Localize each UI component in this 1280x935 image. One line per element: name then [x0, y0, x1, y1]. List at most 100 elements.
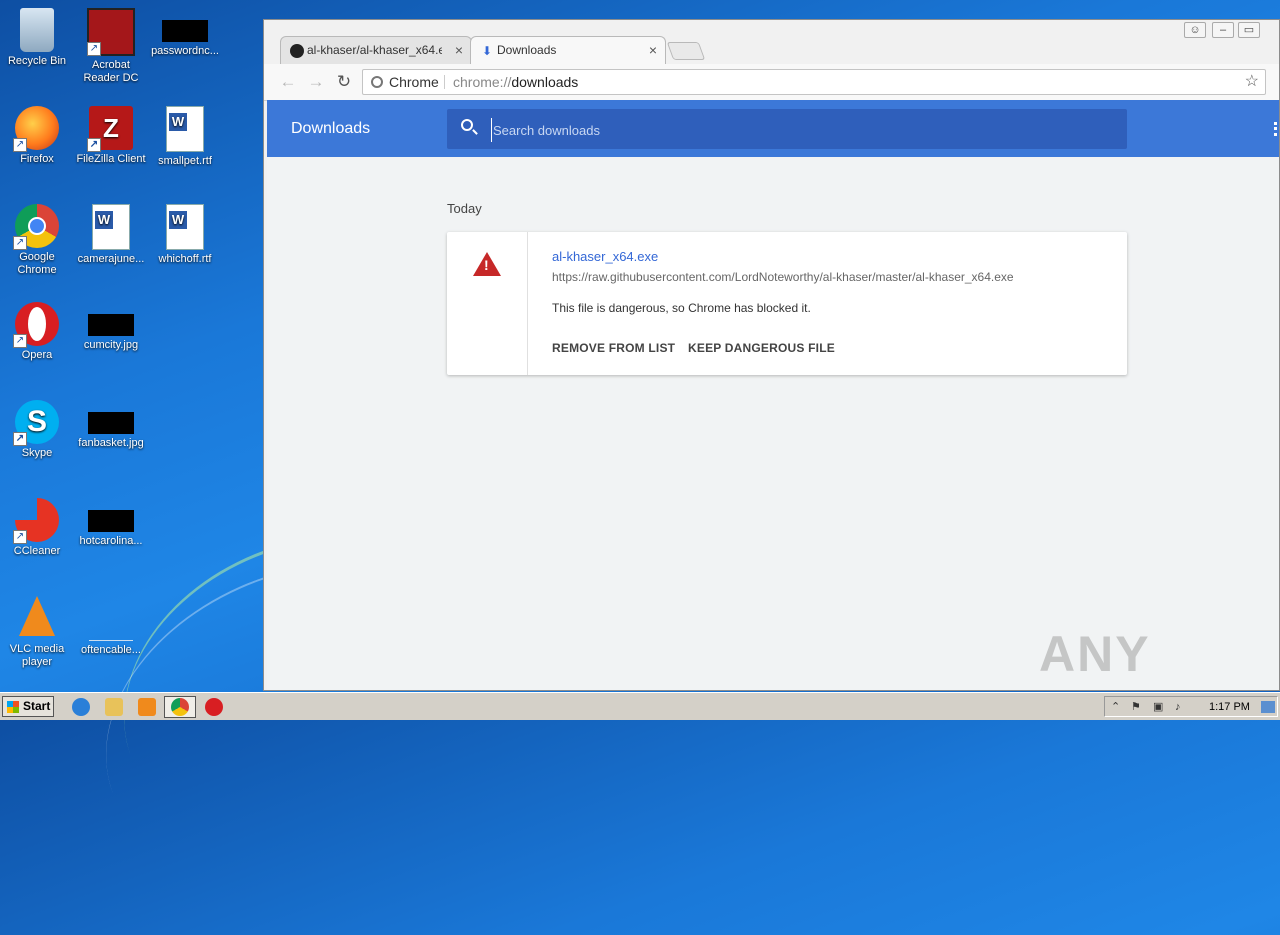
tab-strip: al-khaser/al-khaser_x64.exe × ⬇ Download… — [264, 20, 1279, 64]
desktop-icon-skype[interactable]: S ↗ Skype — [0, 400, 74, 460]
volume-icon[interactable]: ♪ — [1175, 701, 1187, 713]
download-item-icon-column: ! — [447, 232, 528, 375]
github-icon — [290, 44, 304, 58]
keep-dangerous-file-button[interactable]: KEEP DANGEROUS FILE — [688, 341, 835, 355]
desktop-icon-label: Recycle Bin — [7, 55, 67, 67]
skype-icon: S ↗ — [13, 400, 59, 446]
ccleaner-icon: ↗ — [13, 498, 59, 544]
taskbar-chrome-button[interactable] — [164, 696, 196, 718]
search-box[interactable] — [447, 109, 1127, 149]
desktop-icon-label: passwordnc... — [151, 45, 219, 57]
download-file-name[interactable]: al-khaser_x64.exe — [552, 249, 658, 264]
remove-from-list-button[interactable]: REMOVE FROM LIST — [552, 341, 675, 355]
network-icon[interactable]: ▣ — [1153, 701, 1165, 713]
shortcut-arrow-icon: ↗ — [13, 236, 27, 250]
desktop-icon-label: Firefox — [20, 153, 54, 165]
desktop-icon-label: Skype — [21, 447, 53, 459]
shortcut-arrow-icon: ↗ — [13, 432, 27, 446]
desktop-icon-label: VLC media player — [9, 643, 65, 668]
internet-explorer-icon[interactable] — [72, 698, 90, 716]
omnibox-separator — [444, 75, 445, 89]
desktop-icon-label: smallpet.rtf — [158, 155, 212, 167]
downloads-page: Downloads Today ! al-khaser_x64.exe http… — [267, 100, 1279, 690]
desktop-icon-opera[interactable]: ↗ Opera — [0, 302, 74, 362]
profile-icon[interactable]: ☺ — [1184, 22, 1206, 38]
desktop-icon-label: oftencable... — [81, 644, 141, 656]
show-hidden-icons-icon[interactable]: ⌃ — [1111, 701, 1123, 713]
desktop-icon-hotcarolina[interactable]: hotcarolina... — [74, 498, 148, 548]
file-explorer-icon[interactable] — [105, 698, 123, 716]
start-button[interactable]: Start — [2, 696, 54, 717]
desktop-icon-label: Opera — [21, 349, 53, 361]
search-input[interactable] — [491, 118, 1095, 142]
word-document-icon: W — [166, 204, 204, 250]
clock[interactable]: 1:17 PM — [1209, 701, 1250, 713]
close-icon[interactable]: × — [649, 37, 657, 63]
shortcut-arrow-icon: ↗ — [13, 334, 27, 348]
media-player-icon[interactable] — [138, 698, 156, 716]
bookmark-star-icon[interactable]: ☆ — [1245, 70, 1259, 94]
filezilla-icon: Z ↗ — [87, 106, 133, 152]
start-label: Start — [23, 699, 51, 713]
reload-button[interactable]: ↻ — [334, 72, 354, 92]
tab-downloads[interactable]: ⬇ Downloads × — [470, 36, 666, 64]
chrome-icon — [171, 698, 189, 716]
redacted-file-icon — [88, 314, 134, 336]
desktop-icon-label: hotcarolina... — [79, 535, 143, 547]
download-icon: ⬇ — [481, 44, 493, 58]
windows-logo-icon — [7, 701, 19, 713]
redacted-file-icon — [162, 20, 208, 42]
back-button[interactable]: ← — [278, 72, 298, 92]
desktop-icon-acrobat[interactable]: ↗ Acrobat Reader DC — [74, 8, 148, 85]
download-source-url[interactable]: https://raw.githubusercontent.com/LordNo… — [552, 270, 1014, 284]
recycle-bin-icon — [20, 8, 54, 52]
desktop-icon-passwordnc[interactable]: passwordnc... — [148, 8, 222, 58]
page-title: Downloads — [291, 120, 371, 137]
shortcut-arrow-icon: ↗ — [13, 138, 27, 152]
desktop-icon-camerajune[interactable]: W camerajune... — [74, 204, 148, 266]
show-desktop-icon[interactable] — [1261, 701, 1275, 713]
shortcut-arrow-icon: ↗ — [87, 42, 101, 56]
download-item: ! al-khaser_x64.exe https://raw.githubus… — [447, 232, 1127, 375]
desktop-icon-ccleaner[interactable]: ↗ CCleaner — [0, 498, 74, 558]
desktop-icon-label: whichoff.rtf — [158, 253, 212, 265]
desktop-icon-chrome[interactable]: ↗ Google Chrome — [0, 204, 74, 277]
vlc-icon — [19, 596, 55, 636]
desktop-icon-cumcity[interactable]: cumcity.jpg — [74, 302, 148, 352]
action-center-flag-icon[interactable]: ⚑ — [1131, 701, 1143, 713]
new-tab-button[interactable] — [666, 42, 706, 60]
tab-al-khaser[interactable]: al-khaser/al-khaser_x64.exe × — [280, 36, 472, 64]
more-options-icon[interactable] — [1274, 122, 1279, 136]
redacted-file-icon — [88, 510, 134, 532]
desktop-icon-smallpet[interactable]: W smallpet.rtf — [148, 106, 222, 168]
forward-button[interactable]: → — [306, 72, 326, 92]
tab-label: Downloads — [497, 43, 557, 57]
firefox-icon: ↗ — [13, 106, 59, 152]
omnibox-url[interactable]: chrome://downloads — [453, 70, 578, 94]
address-bar[interactable]: Chrome chrome://downloads ☆ — [362, 69, 1266, 95]
desktop-icon-label: fanbasket.jpg — [78, 437, 144, 449]
desktop-icon-vlc[interactable]: VLC media player — [0, 596, 74, 669]
tab-label: al-khaser/al-khaser_x64.exe — [307, 43, 442, 57]
desktop-icon-whichoff[interactable]: W whichoff.rtf — [148, 204, 222, 266]
desktop-icon-label: Acrobat Reader DC — [83, 59, 139, 84]
desktop-icon-fanbasket[interactable]: fanbasket.jpg — [74, 400, 148, 450]
desktop-icon-recycle-bin[interactable]: Recycle Bin — [0, 8, 74, 68]
desktop-icon-oftencable[interactable]: oftencable... — [74, 596, 148, 657]
minimize-button[interactable]: – — [1212, 22, 1234, 38]
opera-icon: ↗ — [13, 302, 59, 348]
chrome-page-icon — [371, 76, 383, 88]
desktop-icon-filezilla[interactable]: Z ↗ FileZilla Client — [74, 106, 148, 166]
word-document-icon: W — [166, 106, 204, 152]
desktop-icon-label: camerajune... — [77, 253, 145, 265]
system-tray: ⌃ ⚑ ▣ ♪ 1:17 PM — [1104, 696, 1278, 717]
desktop-icon-firefox[interactable]: ↗ Firefox — [0, 106, 74, 166]
opera-icon[interactable] — [205, 698, 223, 716]
warning-icon: ! — [473, 252, 501, 276]
redacted-file-icon — [88, 412, 134, 434]
restore-button[interactable]: ▭ — [1238, 22, 1260, 38]
shortcut-arrow-icon: ↗ — [13, 530, 27, 544]
close-icon[interactable]: × — [455, 37, 463, 63]
section-date: Today — [447, 201, 482, 216]
downloads-header: Downloads — [267, 100, 1279, 157]
